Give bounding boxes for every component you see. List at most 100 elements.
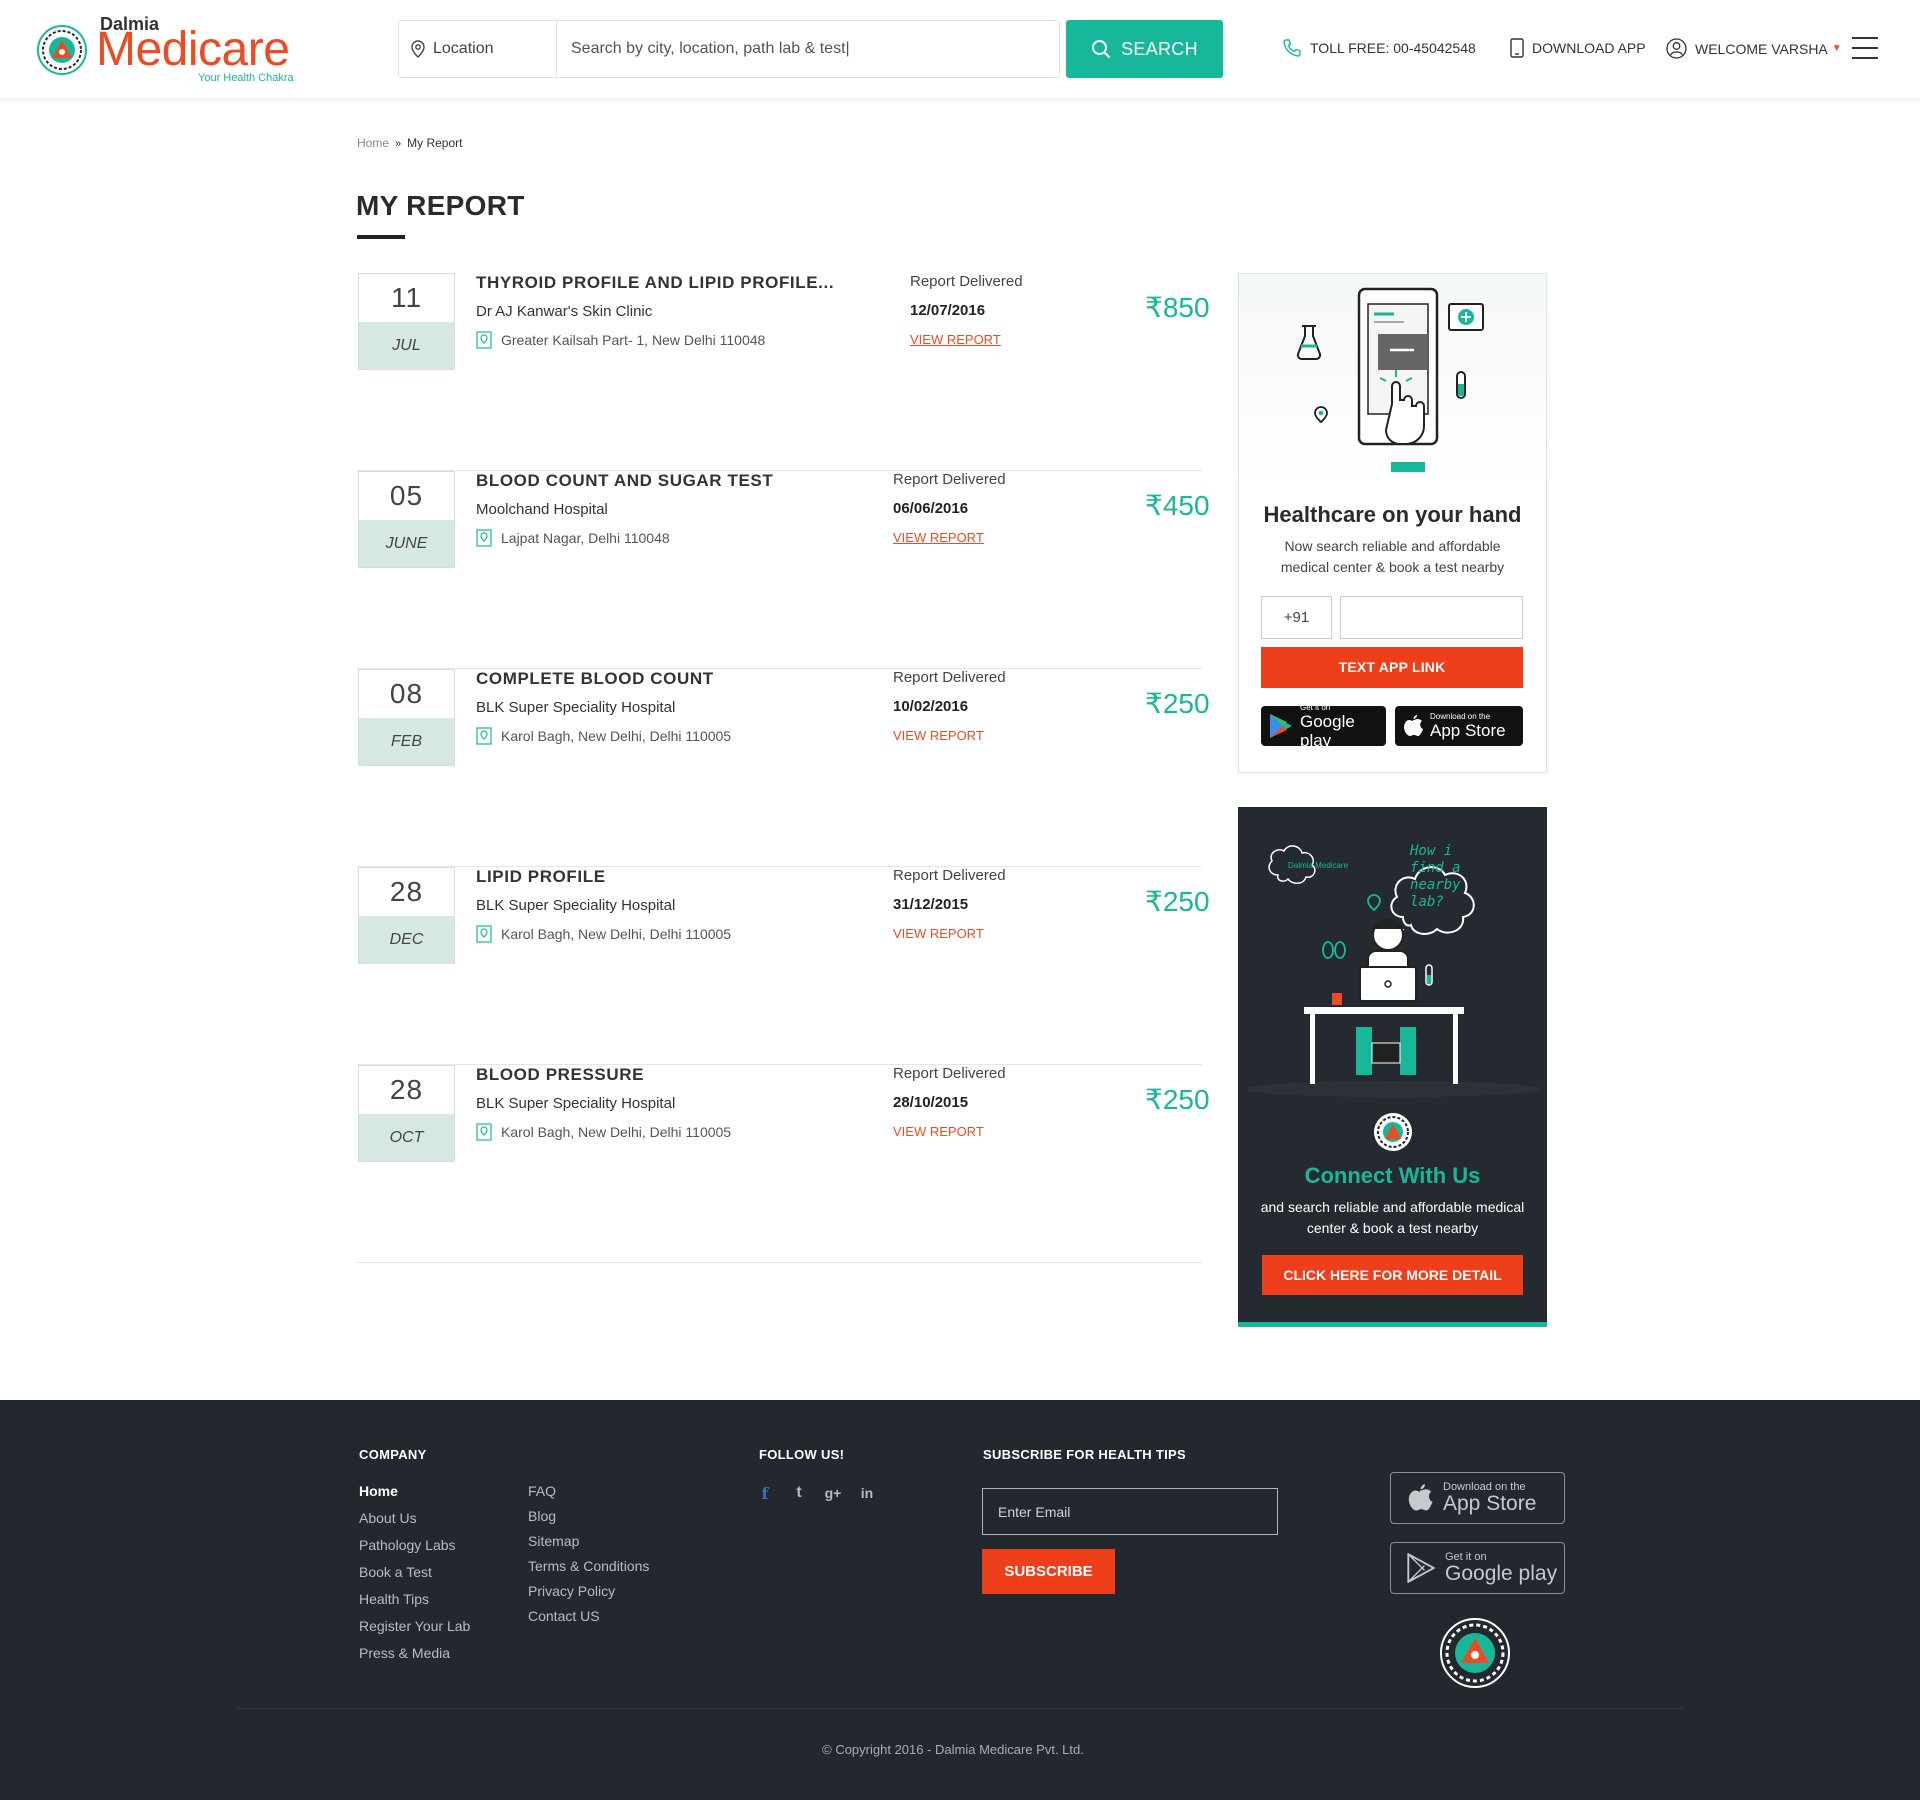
view-report-link[interactable]: VIEW REPORT [893,530,984,545]
report-price: ₹850 [1145,292,1210,323]
twitter-icon[interactable]: t [790,1484,808,1502]
report-day: 08 [389,678,424,709]
footer-link-press-media[interactable]: Press & Media [359,1645,470,1672]
footer-google-play-badge[interactable]: Get it on Google play [1390,1542,1565,1594]
location-pin-icon [411,40,425,58]
view-report-link[interactable]: VIEW REPORT [910,332,1001,347]
hamburger-menu-icon[interactable] [1852,37,1878,59]
mobile-icon [1510,38,1524,58]
report-price: ₹450 [1145,490,1210,521]
footer-subscribe-heading: SUBSCRIBE FOR HEALTH TIPS [983,1447,1186,1462]
breadcrumb-home[interactable]: Home [357,136,389,150]
report-item: 11 JUL THYROID PROFILE AND LIPID PROFILE… [357,273,1210,471]
report-date-box: 28 DEC [358,867,455,964]
report-delivered-date: 12/07/2016 [910,302,986,319]
report-address: Karol Bagh, New Delhi, Delhi 110005 [476,727,731,745]
report-status: Report Delivered [893,867,1006,884]
footer-link-sitemap[interactable]: Sitemap [528,1533,649,1558]
brand-name: Medicare [96,23,290,76]
app-store-badge[interactable]: Download on the App Store [1395,706,1523,746]
country-code-select[interactable]: +91 [1261,596,1332,639]
site-header: Dalmia Medicare Your Health Chakra Locat… [0,0,1920,98]
medicare-emblem-icon [37,25,87,75]
footer-company-links: Home About Us Pathology Labs Book a Test… [359,1483,470,1672]
report-date-box: 08 FEB [358,669,455,766]
google-play-icon [1270,714,1292,738]
toll-free-text: TOLL FREE: 00-45042548 [1310,40,1476,56]
footer-link-about-us[interactable]: About Us [359,1510,470,1537]
view-report-link[interactable]: VIEW REPORT [893,1124,984,1139]
download-app-link[interactable]: DOWNLOAD APP [1510,38,1646,58]
view-report-link[interactable]: VIEW REPORT [893,926,984,941]
footer-link-pathology-labs[interactable]: Pathology Labs [359,1537,470,1564]
facebook-icon[interactable]: f [756,1484,774,1503]
location-select[interactable]: Location [399,21,557,77]
search-bar: Location [398,20,1060,78]
footer-more-links: FAQ Blog Sitemap Terms & Conditions Priv… [528,1483,649,1633]
footer-link-blog[interactable]: Blog [528,1508,649,1533]
brand-logo[interactable]: Dalmia Medicare Your Health Chakra [36,14,306,86]
cloud-brand-text: Dalmia Medicare [1288,861,1349,870]
search-input[interactable] [571,33,1041,65]
report-price: ₹250 [1145,688,1210,719]
map-icon [476,529,492,547]
footer-app-store-badge[interactable]: Download on the App Store [1390,1472,1565,1524]
search-button[interactable]: SEARCH [1066,20,1223,78]
apple-icon [1408,1484,1433,1511]
report-status: Report Delivered [910,273,1023,290]
footer-link-terms[interactable]: Terms & Conditions [528,1558,649,1583]
app-promo-card: Healthcare on your hand Now search relia… [1238,273,1547,773]
subscribe-email-input[interactable] [982,1488,1278,1535]
google-play-icon [1407,1553,1435,1583]
report-lab-name: BLK Super Speciality Hospital [476,699,676,716]
report-delivered-date: 06/06/2016 [893,500,969,517]
apple-icon [1404,715,1423,736]
report-lab-name: Dr AJ Kanwar's Skin Clinic [476,303,653,320]
user-menu[interactable]: WELCOME VARSHA ▼ [1666,38,1842,59]
site-footer: COMPANY Home About Us Pathology Labs Boo… [0,1400,1920,1800]
toll-free[interactable]: TOLL FREE: 00-45042548 [1282,38,1476,58]
google-play-badge[interactable]: Get it on Google play [1261,703,1386,750]
report-address-text: Lajpat Nagar, Delhi 110048 [501,530,670,546]
medicare-emblem-icon [1440,1618,1510,1688]
report-price: ₹250 [1145,1084,1210,1115]
report-status: Report Delivered [893,669,1006,686]
footer-link-home[interactable]: Home [359,1483,470,1510]
map-icon [476,331,492,349]
footer-link-book-a-test[interactable]: Book a Test [359,1564,470,1591]
report-date-box: 05 JUNE [358,471,455,568]
google-plus-icon[interactable]: g+ [824,1484,842,1502]
report-month: JUL [359,322,454,369]
app-card-text: Now search reliable and affordable medic… [1280,538,1505,575]
report-month: DEC [359,916,454,963]
footer-company-heading: COMPANY [359,1447,427,1462]
footer-link-register-your-lab[interactable]: Register Your Lab [359,1618,470,1645]
view-report-link[interactable]: VIEW REPORT [893,728,984,743]
text-app-link-button[interactable]: TEXT APP LINK [1261,647,1523,688]
linkedin-icon[interactable]: in [858,1484,876,1502]
copyright-text: © Copyright 2016 - Dalmia Medicare Pvt. … [822,1742,1084,1757]
person-at-desk-illustration-icon: Dalmia Medicare How i find a nearby lab? [1248,843,1543,1097]
caret-down-icon: ▼ [1831,43,1842,54]
footer-link-health-tips[interactable]: Health Tips [359,1591,470,1618]
footer-link-faq[interactable]: FAQ [528,1483,649,1508]
welcome-text: WELCOME VARSHA [1695,40,1828,57]
report-test-name: LIPID PROFILE [476,867,606,886]
report-day: 28 [389,1074,424,1105]
footer-link-privacy[interactable]: Privacy Policy [528,1583,649,1608]
report-test-name: BLOOD COUNT AND SUGAR TEST [476,471,774,490]
report-day: 05 [389,480,424,511]
more-detail-button[interactable]: CLICK HERE FOR MORE DETAIL [1262,1255,1523,1295]
subscribe-button[interactable]: SUBSCRIBE [982,1549,1115,1594]
location-label: Location [433,40,494,57]
double-chevron-right-icon: » [395,138,402,150]
report-delivered-date: 28/10/2015 [893,1094,969,1111]
google-play-big-text: Google play [1300,711,1355,750]
social-links: f t g+ in [756,1484,876,1503]
report-month: OCT [359,1114,454,1161]
phone-number-input[interactable] [1340,596,1523,639]
title-underline [357,235,405,239]
app-store-big-text: App Store [1430,721,1506,740]
footer-link-contact[interactable]: Contact US [528,1608,649,1633]
footer-google-play-big: Google play [1445,1562,1558,1585]
